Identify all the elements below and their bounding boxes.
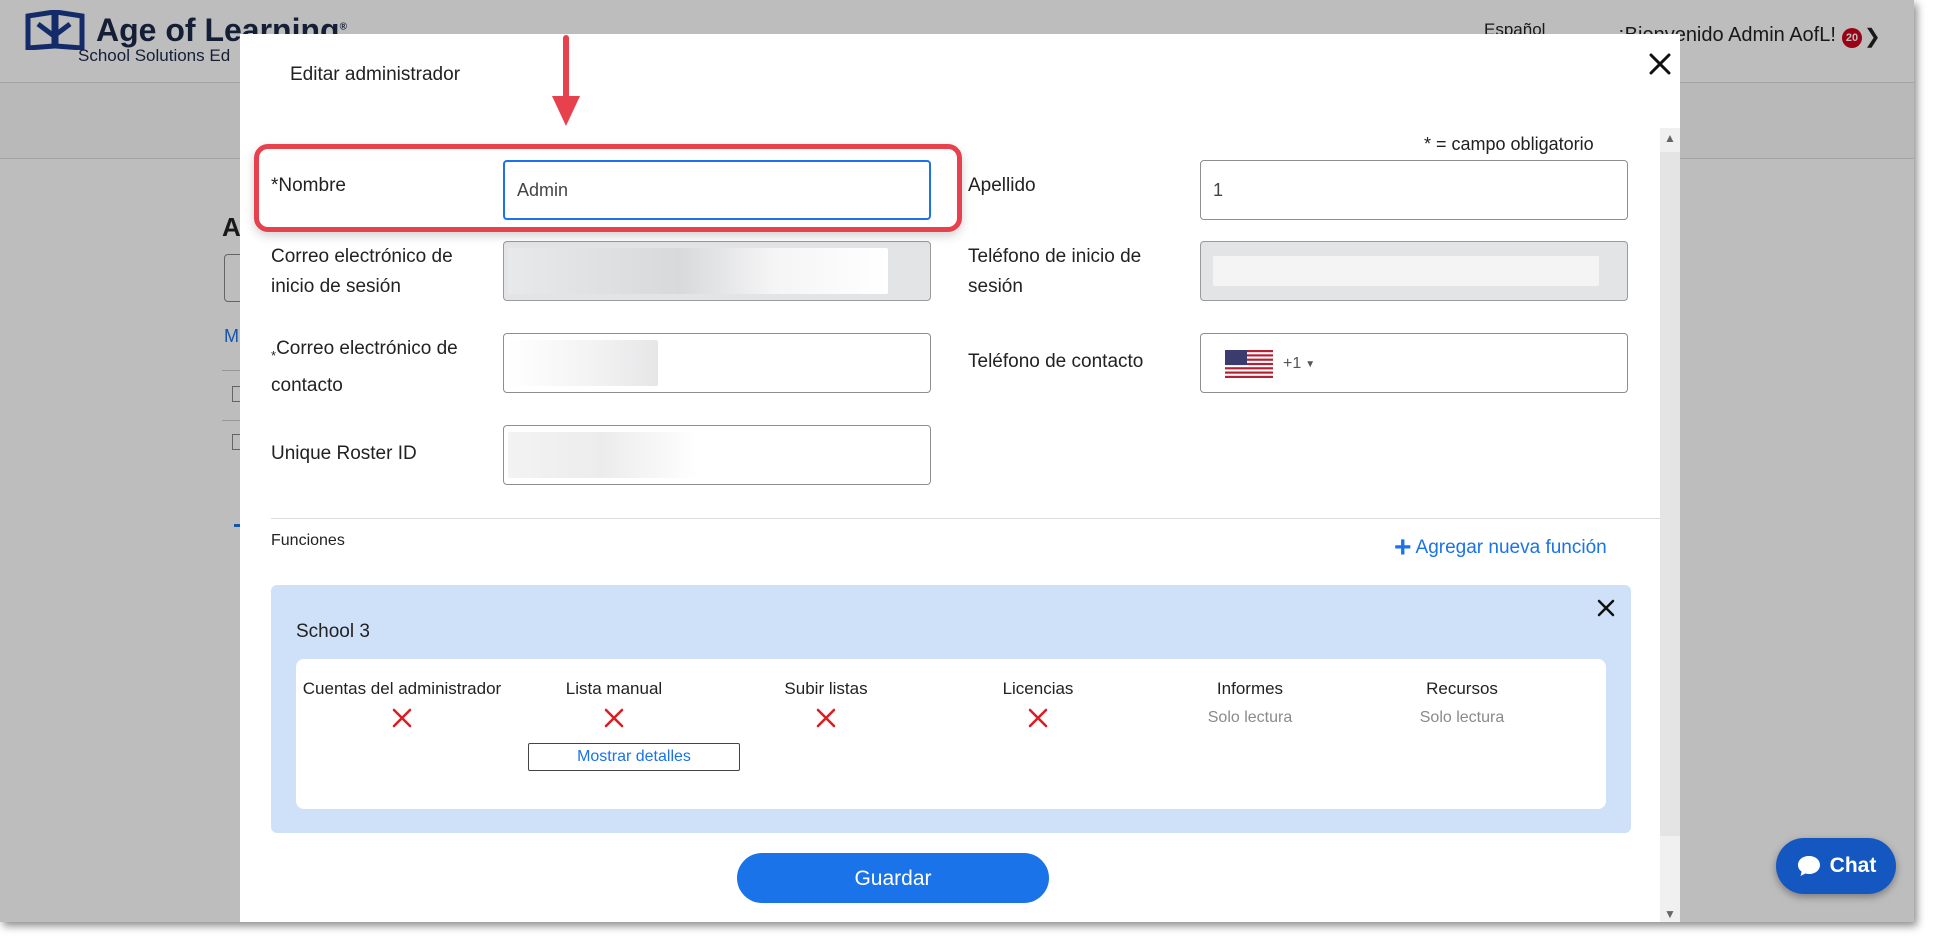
modal-title: Editar administrador bbox=[290, 64, 461, 85]
close-icon bbox=[1649, 53, 1671, 75]
permission-reports: Informes Solo lectura bbox=[1144, 679, 1356, 727]
show-details-button[interactable]: Mostrar detalles bbox=[528, 743, 740, 771]
login-email-label: Correo electrónico de inicio de sesión bbox=[271, 246, 453, 297]
section-divider bbox=[271, 518, 1661, 519]
permission-title: Informes bbox=[1216, 679, 1284, 698]
permission-admin-accounts: Cuentas del administrador bbox=[296, 679, 508, 731]
plus-icon: + bbox=[1394, 531, 1412, 564]
permission-upload-rosters: Subir listas bbox=[720, 679, 932, 731]
contact-email-label: *Correo electrónico de contacto bbox=[271, 338, 458, 396]
last-name-label: Apellido bbox=[968, 175, 1036, 196]
dial-code: +1 bbox=[1283, 355, 1302, 372]
contact-phone-input[interactable]: +1 ▼ bbox=[1200, 333, 1628, 393]
role-school-name: School 3 bbox=[296, 621, 370, 642]
login-email-field bbox=[503, 241, 931, 301]
login-phone-label: Teléfono de inicio de sesión bbox=[968, 246, 1142, 297]
permission-status: Solo lectura bbox=[1207, 709, 1293, 726]
x-icon bbox=[296, 707, 508, 731]
permissions-panel: Cuentas del administrador Lista manual S… bbox=[296, 659, 1606, 809]
save-button[interactable]: Guardar bbox=[737, 853, 1049, 903]
x-icon bbox=[508, 707, 720, 731]
roster-id-input[interactable] bbox=[503, 425, 931, 485]
permission-manual-roster: Lista manual bbox=[508, 679, 720, 731]
us-flag-icon bbox=[1225, 350, 1273, 378]
scroll-thumb[interactable] bbox=[1660, 152, 1680, 836]
login-phone-field bbox=[1200, 241, 1628, 301]
redacted-value bbox=[508, 432, 698, 478]
permission-title: Cuentas del administrador bbox=[302, 679, 502, 698]
permission-resources: Recursos Solo lectura bbox=[1356, 679, 1568, 727]
contact-email-input[interactable] bbox=[503, 333, 931, 393]
scroll-down-icon[interactable]: ▼ bbox=[1664, 908, 1676, 920]
chat-bubble-icon bbox=[1797, 856, 1820, 876]
roster-id-label: Unique Roster ID bbox=[271, 443, 417, 464]
required-field-note: * = campo obligatorio bbox=[1424, 134, 1594, 154]
caret-down-icon: ▼ bbox=[1305, 358, 1316, 370]
chat-label: Chat bbox=[1829, 854, 1877, 877]
annotation-highlight-box bbox=[254, 144, 962, 232]
add-role-button[interactable]: + Agregar nueva función bbox=[1394, 531, 1607, 564]
permission-status: Solo lectura bbox=[1419, 709, 1505, 726]
chat-button[interactable]: Chat bbox=[1776, 838, 1896, 894]
permission-title: Lista manual bbox=[565, 679, 663, 698]
permission-licenses: Licencias bbox=[932, 679, 1144, 731]
permission-title: Licencias bbox=[1002, 679, 1074, 698]
edit-admin-modal: Editar administrador * = campo obligator… bbox=[240, 34, 1680, 922]
country-code-selector[interactable]: +1 ▼ bbox=[1225, 350, 1315, 378]
redacted-value bbox=[508, 248, 888, 294]
annotation-arrow-icon bbox=[552, 35, 580, 126]
close-icon bbox=[1597, 599, 1615, 617]
redacted-value bbox=[1213, 256, 1599, 286]
permission-title: Subir listas bbox=[784, 679, 868, 698]
modal-scrollbar[interactable]: ▲ ▼ bbox=[1660, 128, 1680, 922]
functions-heading: Funciones bbox=[271, 532, 345, 549]
contact-phone-label: Teléfono de contacto bbox=[968, 351, 1144, 372]
x-icon bbox=[720, 707, 932, 731]
scroll-up-icon[interactable]: ▲ bbox=[1664, 132, 1676, 144]
x-icon bbox=[932, 707, 1144, 731]
add-role-label: Agregar nueva función bbox=[1415, 537, 1607, 558]
screenshot-frame: Age of Learning® School Solutions Ed Esp… bbox=[0, 0, 1914, 922]
redacted-value bbox=[508, 340, 658, 386]
remove-role-button[interactable] bbox=[1591, 593, 1621, 623]
last-name-input[interactable] bbox=[1200, 160, 1628, 220]
role-card: School 3 Cuentas del administrador Lista… bbox=[271, 585, 1631, 833]
permission-title: Recursos bbox=[1426, 679, 1498, 698]
close-modal-button[interactable] bbox=[1640, 44, 1680, 84]
